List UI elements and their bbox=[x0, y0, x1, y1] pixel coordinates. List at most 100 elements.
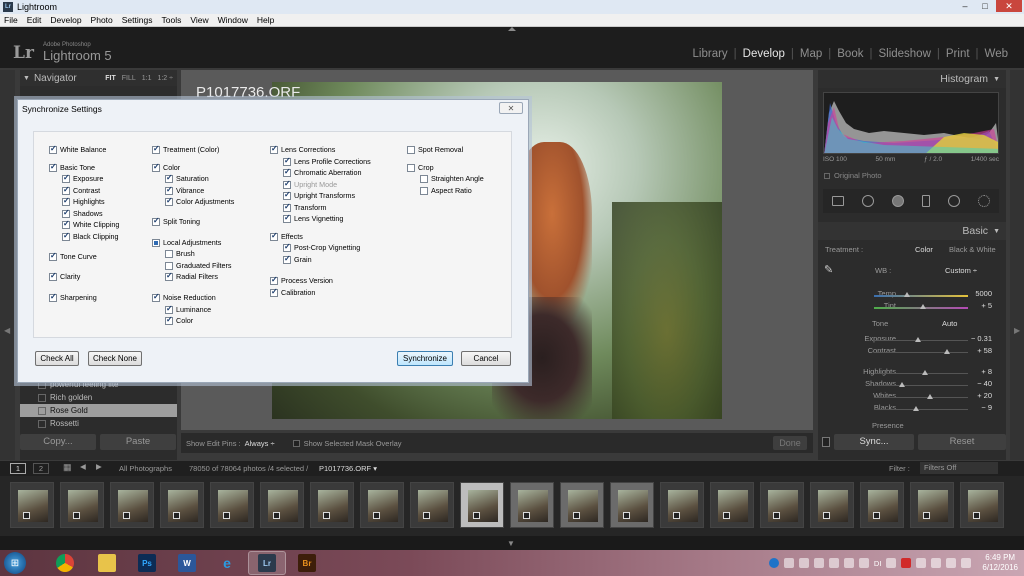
page-1-button[interactable]: 1 bbox=[10, 463, 26, 474]
sync-checkbox-highlights[interactable]: Highlights bbox=[62, 196, 105, 206]
slider-value-temp[interactable]: 5000 bbox=[952, 289, 992, 298]
checkbox-box[interactable] bbox=[62, 196, 70, 206]
module-develop[interactable]: Develop bbox=[737, 48, 791, 60]
help-icon[interactable] bbox=[768, 558, 779, 568]
checkbox-box[interactable] bbox=[165, 196, 173, 206]
menu-help[interactable]: Help bbox=[257, 15, 274, 25]
checkbox-box[interactable] bbox=[420, 186, 428, 195]
tray-icon[interactable] bbox=[813, 558, 824, 568]
collapse-filmstrip-icon[interactable]: ▼ bbox=[507, 539, 515, 548]
slider-handle-tint[interactable] bbox=[919, 304, 926, 309]
slider-value-highlights[interactable]: + 8 bbox=[952, 367, 992, 376]
mask-overlay-checkbox[interactable] bbox=[292, 439, 300, 447]
tray-icon[interactable] bbox=[783, 558, 794, 568]
radial-filter-icon[interactable] bbox=[948, 195, 960, 207]
zoom-1-1[interactable]: 1:1 bbox=[142, 75, 152, 82]
checkbox-box[interactable] bbox=[152, 292, 160, 302]
tray-icon[interactable] bbox=[886, 558, 897, 568]
taskbar-bridge[interactable]: Br bbox=[288, 551, 326, 575]
original-photo-checkbox[interactable] bbox=[824, 172, 830, 179]
wb-dropdown[interactable]: Custom ÷ bbox=[945, 266, 977, 275]
filmstrip-thumbnail[interactable] bbox=[460, 482, 504, 528]
sync-button[interactable]: Sync... bbox=[834, 434, 914, 450]
checkbox-box[interactable] bbox=[49, 162, 57, 172]
checkbox-box[interactable] bbox=[49, 271, 57, 281]
filmstrip-thumbnail[interactable] bbox=[560, 482, 604, 528]
spot-removal-icon[interactable] bbox=[862, 195, 874, 207]
filmstrip-thumbnail[interactable] bbox=[360, 482, 404, 528]
sync-checkbox-radial-filters[interactable]: Radial Filters bbox=[165, 271, 218, 281]
filmstrip-thumbnail[interactable] bbox=[610, 482, 654, 528]
check-none-button[interactable]: Check None bbox=[88, 351, 142, 366]
checkbox-box[interactable] bbox=[49, 292, 57, 302]
sync-checkbox-aspect-ratio[interactable]: Aspect Ratio bbox=[420, 186, 472, 195]
module-print[interactable]: Print bbox=[940, 48, 976, 60]
menu-file[interactable]: File bbox=[4, 15, 18, 25]
reset-button[interactable]: Reset bbox=[918, 434, 1006, 450]
slider-handle-exposure[interactable] bbox=[915, 337, 922, 342]
taskbar-explorer[interactable] bbox=[88, 551, 126, 575]
checkbox-box[interactable] bbox=[283, 156, 291, 166]
sync-checkbox-white-clipping[interactable]: White Clipping bbox=[62, 219, 119, 229]
sync-checkbox-contrast[interactable]: Contrast bbox=[62, 185, 100, 195]
checkbox-box[interactable] bbox=[407, 163, 415, 172]
slider-value-blacks[interactable]: − 9 bbox=[952, 403, 992, 412]
checkbox-box[interactable] bbox=[283, 202, 291, 212]
done-button[interactable]: Done bbox=[773, 436, 807, 450]
sync-checkbox-local-adjustments[interactable]: Local Adjustments bbox=[152, 238, 221, 247]
module-web[interactable]: Web bbox=[979, 48, 1014, 60]
checkbox-box[interactable] bbox=[62, 219, 70, 229]
preset-item[interactable]: Rossetti bbox=[20, 417, 177, 430]
checkbox-box[interactable] bbox=[152, 162, 160, 172]
sync-checkbox-upright-mode[interactable]: Upright Mode bbox=[283, 179, 337, 189]
menu-tools[interactable]: Tools bbox=[161, 15, 181, 25]
checkbox-box[interactable] bbox=[165, 261, 173, 270]
tray-icon[interactable] bbox=[916, 558, 927, 568]
slider-handle-highlights[interactable] bbox=[921, 370, 928, 375]
collapse-top-panel-icon[interactable] bbox=[508, 27, 516, 31]
checkbox-box[interactable] bbox=[49, 251, 57, 261]
slider-value-contrast[interactable]: + 58 bbox=[952, 346, 992, 355]
sync-checkbox-lens-vignetting[interactable]: Lens Vignetting bbox=[283, 213, 343, 223]
zoom-fit[interactable]: FIT bbox=[105, 75, 116, 82]
checkbox-box[interactable] bbox=[283, 242, 291, 252]
preset-item-selected[interactable]: Rose Gold bbox=[20, 404, 177, 417]
checkbox-box[interactable] bbox=[270, 275, 278, 285]
sync-checkbox-black-clipping[interactable]: Black Clipping bbox=[62, 231, 119, 241]
checkbox-box[interactable] bbox=[270, 287, 278, 297]
sync-checkbox-crop[interactable]: Crop bbox=[407, 163, 434, 172]
tray-di[interactable]: DI bbox=[874, 559, 882, 568]
checkbox-box[interactable] bbox=[165, 304, 173, 314]
steam-icon[interactable] bbox=[798, 558, 809, 568]
module-slideshow[interactable]: Slideshow bbox=[872, 48, 936, 60]
sync-checkbox-straighten-angle[interactable]: Straighten Angle bbox=[420, 174, 484, 183]
menu-edit[interactable]: Edit bbox=[27, 15, 42, 25]
checkbox-box[interactable] bbox=[62, 173, 70, 183]
source-label[interactable]: All Photographs bbox=[119, 464, 172, 473]
copy-button[interactable]: Copy... bbox=[20, 434, 96, 450]
checkbox-box[interactable] bbox=[165, 173, 173, 183]
slider-value-whites[interactable]: + 20 bbox=[952, 391, 992, 400]
sync-checkbox-clarity[interactable]: Clarity bbox=[49, 271, 80, 281]
checkbox-box[interactable] bbox=[283, 213, 291, 223]
histogram-graph[interactable] bbox=[823, 92, 999, 154]
maximize-button[interactable]: □ bbox=[976, 0, 994, 12]
checkbox-box[interactable] bbox=[283, 167, 291, 177]
sync-checkbox-tone-curve[interactable]: Tone Curve bbox=[49, 251, 97, 261]
checkbox-box[interactable] bbox=[165, 249, 173, 258]
volume-icon[interactable] bbox=[961, 558, 972, 568]
checkbox-box[interactable] bbox=[407, 145, 415, 154]
slider-handle-whites[interactable] bbox=[927, 394, 934, 399]
slider-handle-temp[interactable] bbox=[903, 292, 910, 297]
sync-checkbox-calibration[interactable]: Calibration bbox=[270, 287, 315, 297]
checkbox-box[interactable] bbox=[420, 174, 428, 183]
checkbox-box[interactable] bbox=[62, 231, 70, 241]
start-button[interactable]: ⊞ bbox=[4, 552, 26, 574]
checkbox-box[interactable] bbox=[165, 271, 173, 281]
basic-header[interactable]: Basic ▼ bbox=[818, 222, 1006, 240]
sync-checkbox-effects[interactable]: Effects bbox=[270, 231, 303, 241]
sync-checkbox-lens-profile-corrections[interactable]: Lens Profile Corrections bbox=[283, 156, 371, 166]
slider-handle-blacks[interactable] bbox=[913, 406, 920, 411]
histogram-header[interactable]: Histogram ▼ bbox=[818, 70, 1006, 88]
sync-checkbox-chromatic-aberration[interactable]: Chromatic Aberration bbox=[283, 167, 362, 177]
